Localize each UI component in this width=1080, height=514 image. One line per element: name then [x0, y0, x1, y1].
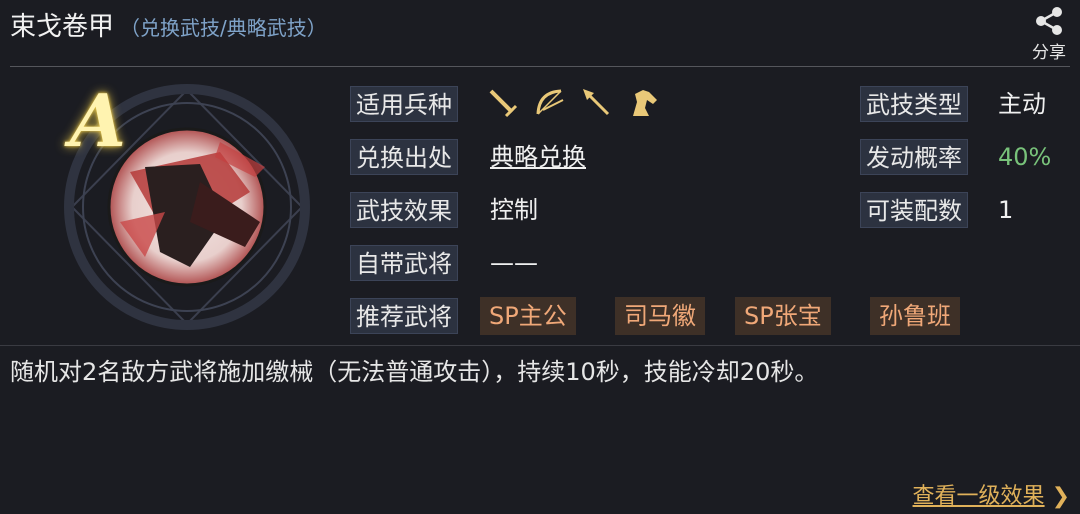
share-label: 分享 [1032, 43, 1066, 63]
skill-type-value: 主动 [998, 90, 1046, 118]
equip-count-value: 1 [998, 196, 1014, 224]
horse-icon [633, 90, 657, 116]
troop-type-label: 适用兵种 [350, 86, 458, 122]
view-level-one-label: 查看一级效果 [912, 484, 1045, 509]
chevron-right-icon: ❯ [1051, 484, 1070, 509]
header-divider [10, 66, 1070, 67]
own-general-value: —— [490, 249, 538, 277]
source-label: 兑换出处 [350, 139, 458, 175]
share-icon [1036, 7, 1062, 35]
effect-value: 控制 [490, 196, 538, 224]
bow-icon [536, 89, 564, 115]
header: 束戈卷甲 （兑换武技/典略武技） 分享 [0, 0, 1080, 66]
effect-label: 武技效果 [350, 192, 458, 228]
source-link[interactable]: 典略兑换 [490, 139, 586, 175]
equip-count-label: 可装配数 [860, 192, 968, 228]
skill-description: 随机对2名敌方武将施加缴械（无法普通攻击），持续10秒，技能冷却20秒。 [10, 358, 819, 386]
section-divider [0, 345, 1080, 346]
sword-icon [489, 89, 518, 118]
recommend-general-tag[interactable]: 孙鲁班 [870, 297, 960, 335]
view-level-one-link[interactable]: 查看一级效果 ❯ [913, 478, 1070, 510]
skill-type-label: 武技类型 [860, 86, 968, 122]
skill-title: 束戈卷甲 （兑换武技/典略武技） [10, 6, 327, 43]
recommend-label: 推荐武将 [350, 298, 458, 334]
skill-category: （兑换武技/典略武技） [120, 16, 327, 40]
skill-name: 束戈卷甲 [10, 12, 115, 42]
own-general-label: 自带武将 [350, 245, 458, 281]
recommend-general-tag[interactable]: SP张宝 [735, 297, 831, 335]
recommend-general-tag[interactable]: SP主公 [480, 297, 576, 335]
share-button[interactable]: 分享 [1026, 6, 1072, 63]
recommend-general-tag[interactable]: 司马徽 [615, 297, 705, 335]
spear-icon [583, 89, 610, 116]
skill-grade: A [70, 78, 126, 163]
trigger-chance-value: 40% [998, 143, 1052, 171]
trigger-chance-label: 发动概率 [860, 139, 968, 175]
